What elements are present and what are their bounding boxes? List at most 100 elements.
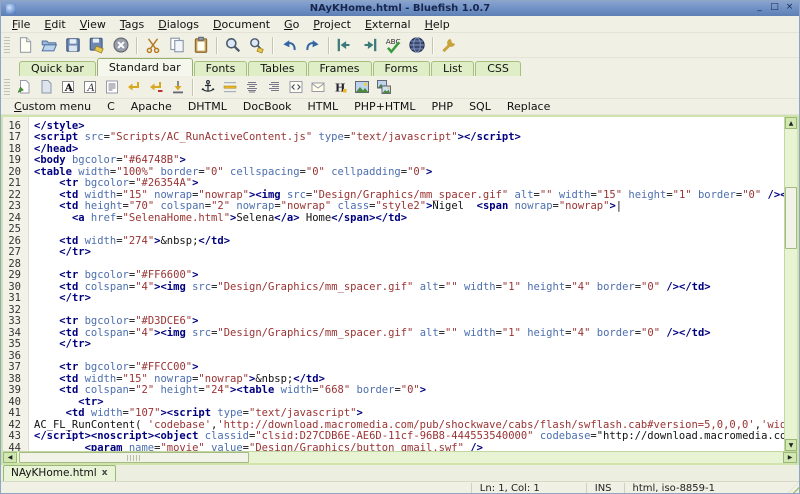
quickstart-icon: [16, 79, 32, 95]
code-line-34[interactable]: 34 <td colspan="4"><img src="Design/Grap…: [3, 328, 784, 340]
menu-tags[interactable]: Tags: [113, 17, 151, 32]
toolbar-tab-standard-bar[interactable]: Standard bar: [97, 58, 193, 76]
titlebar[interactable]: NAyKHome.html - Bluefish 1.0.7 _ □ ×: [1, 1, 799, 16]
code-line-44[interactable]: 44 <param name="movie" value="Design/Gra…: [3, 443, 784, 452]
menu-help[interactable]: Help: [418, 17, 457, 32]
line-number: 44: [3, 443, 29, 452]
new-file-button[interactable]: [13, 34, 37, 56]
vertical-scroll-track[interactable]: [785, 129, 797, 439]
code-line-27[interactable]: 27 </tr>: [3, 247, 784, 259]
resize-grip[interactable]: [786, 482, 799, 494]
toolbar-tab-list[interactable]: List: [431, 61, 474, 76]
save-button[interactable]: [61, 34, 85, 56]
toolbar-separator: [192, 79, 194, 96]
paragraph-button[interactable]: [101, 77, 123, 97]
custom-menu-php[interactable]: PHP: [424, 100, 462, 113]
custom-menu-php-html[interactable]: PHP+HTML: [346, 100, 423, 113]
custom-menu-html[interactable]: HTML: [300, 100, 347, 113]
open-button[interactable]: [37, 34, 61, 56]
center-button[interactable]: [241, 77, 263, 97]
code-line-24[interactable]: 24 <a href="SelenaHome.html">Selena</a> …: [3, 213, 784, 225]
custom-menu-dhtml[interactable]: DHTML: [180, 100, 235, 113]
custom-menu-docbook[interactable]: DocBook: [235, 100, 300, 113]
minimize-button[interactable]: _: [753, 3, 766, 14]
align-right-button[interactable]: [263, 77, 285, 97]
scroll-down-button[interactable]: ▼: [785, 439, 797, 451]
scroll-left-button[interactable]: ◀: [3, 452, 17, 463]
document-tab-close-icon[interactable]: x: [102, 466, 108, 481]
horizontal-scroll-track[interactable]: [17, 452, 783, 463]
close-document-button[interactable]: [109, 34, 133, 56]
thumbnail-button[interactable]: [373, 77, 395, 97]
menu-document[interactable]: Document: [206, 17, 277, 32]
spellcheck-button[interactable]: ABC: [381, 34, 405, 56]
redo-button[interactable]: [301, 34, 325, 56]
view-in-browser-button[interactable]: [405, 34, 429, 56]
code-line-31[interactable]: 31 </tr>: [3, 293, 784, 305]
non-breaking-space-icon: [170, 79, 186, 95]
non-breaking-space-button[interactable]: [167, 77, 189, 97]
heading-button[interactable]: H: [329, 77, 351, 97]
code-line-35[interactable]: 35 </tr>: [3, 339, 784, 351]
anchor-icon: [200, 79, 216, 95]
code-line-25[interactable]: 25: [3, 224, 784, 236]
find-button[interactable]: [221, 34, 245, 56]
italic-button[interactable]: A: [79, 77, 101, 97]
menu-file[interactable]: File: [5, 17, 37, 32]
horizontal-rule-button[interactable]: [219, 77, 241, 97]
code-line-39[interactable]: 39 <td colspan="2" height="24"><table wi…: [3, 385, 784, 397]
menu-go[interactable]: Go: [277, 17, 306, 32]
email-button[interactable]: [307, 77, 329, 97]
menu-dialogs[interactable]: Dialogs: [151, 17, 206, 32]
custom-menu-replace[interactable]: Replace: [499, 100, 559, 113]
unindent-button[interactable]: [333, 34, 357, 56]
custom-menu-c[interactable]: C: [99, 100, 123, 113]
custom-menu-apache[interactable]: Apache: [123, 100, 180, 113]
code-line-26[interactable]: 26 <td width="274">&nbsp;</td>: [3, 236, 784, 248]
cut-button[interactable]: [141, 34, 165, 56]
indent-button[interactable]: [357, 34, 381, 56]
toolbar-tab-forms[interactable]: Forms: [373, 61, 430, 76]
replace-button[interactable]: [245, 34, 269, 56]
anchor-button[interactable]: [197, 77, 219, 97]
copy-button[interactable]: [165, 34, 189, 56]
redo-icon: [304, 36, 322, 54]
toolbar-drag-handle[interactable]: [4, 37, 10, 53]
custom-menu-custom-menu[interactable]: Custom menu: [6, 100, 99, 113]
save-as-button[interactable]: [85, 34, 109, 56]
scroll-right-button[interactable]: ▶: [783, 452, 797, 463]
paste-button[interactable]: [189, 34, 213, 56]
menu-view[interactable]: View: [73, 17, 113, 32]
thumbnail-icon: [376, 79, 392, 95]
code-line-17[interactable]: 17<script src="Scripts/AC_RunActiveConte…: [3, 132, 784, 144]
toolbar-drag-handle[interactable]: [4, 79, 10, 95]
menu-edit[interactable]: Edit: [37, 17, 72, 32]
horizontal-scroll-thumb[interactable]: [19, 452, 249, 463]
toolbar-tab-frames[interactable]: Frames: [308, 61, 372, 76]
document-type: html, iso-8859-1: [624, 483, 723, 494]
code-line-30[interactable]: 30 <td colspan="4"><img src="Design/Grap…: [3, 282, 784, 294]
toolbar-tab-tables[interactable]: Tables: [248, 61, 306, 76]
break-button[interactable]: [123, 77, 145, 97]
close-button[interactable]: ×: [783, 3, 796, 14]
toolbar-tab-quick-bar[interactable]: Quick bar: [19, 61, 96, 76]
vertical-scroll-thumb[interactable]: [785, 187, 797, 249]
image-button[interactable]: [351, 77, 373, 97]
body-button[interactable]: [35, 77, 57, 97]
toolbar-tab-fonts[interactable]: Fonts: [194, 61, 248, 76]
preferences-button[interactable]: [437, 34, 461, 56]
document-tab[interactable]: NAyKHome.html x: [3, 465, 116, 481]
scroll-up-button[interactable]: ▲: [785, 117, 797, 129]
quickstart-button[interactable]: [13, 77, 35, 97]
maximize-button[interactable]: □: [768, 3, 781, 14]
comment-button[interactable]: [285, 77, 307, 97]
code-area[interactable]: 15-->16</style>17<script src="Scripts/AC…: [3, 117, 784, 451]
menu-project[interactable]: Project: [306, 17, 358, 32]
menu-external[interactable]: External: [358, 17, 418, 32]
undo-button[interactable]: [277, 34, 301, 56]
code-line-37[interactable]: 37 <tr bgcolor="#FFCC00">: [3, 362, 784, 374]
toolbar-tab-css[interactable]: CSS: [475, 61, 521, 76]
bold-button[interactable]: A: [57, 77, 79, 97]
custom-menu-sql[interactable]: SQL: [461, 100, 499, 113]
break-clear-button[interactable]: [145, 77, 167, 97]
